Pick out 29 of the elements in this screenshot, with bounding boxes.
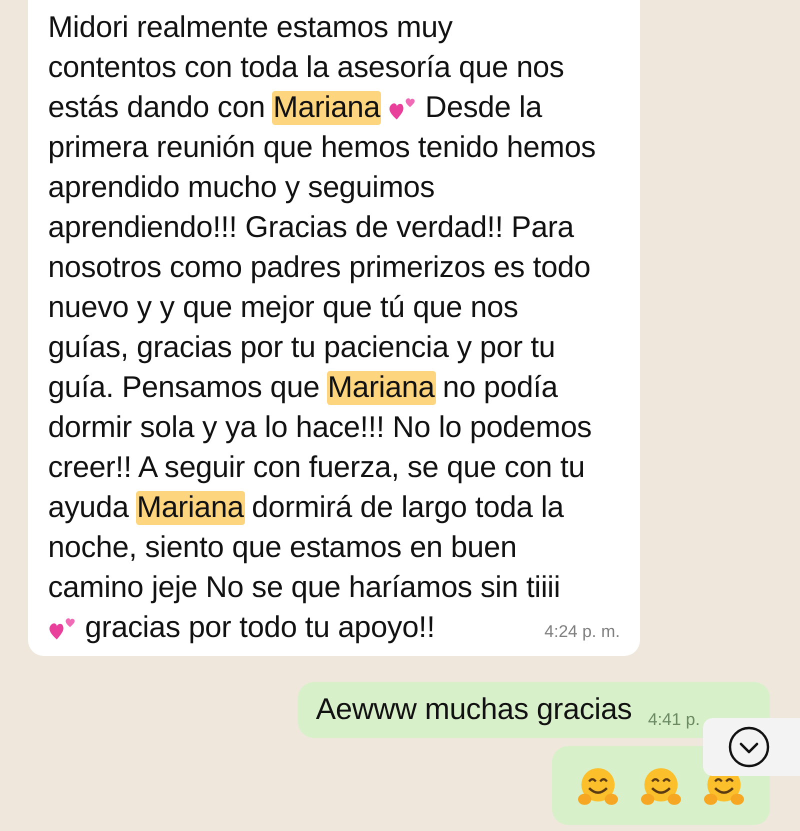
smiley-icon bbox=[641, 768, 681, 805]
scroll-down-button[interactable] bbox=[703, 718, 800, 776]
message-text: contentos con toda la asesoría que nos bbox=[48, 50, 564, 86]
chevron-down-icon bbox=[726, 725, 770, 769]
message-text: gracias por todo tu apoyo!! bbox=[85, 610, 435, 646]
message-text: creer!! A seguir con fuerza, se que con tu bbox=[48, 450, 585, 486]
message-text: Aewww muchas gracias bbox=[316, 692, 632, 728]
message-text: Midori realmente estamos muy bbox=[48, 10, 453, 46]
message-time: 4:24 p. m. bbox=[544, 622, 620, 642]
message-text: estás dando con bbox=[48, 90, 266, 126]
message-text: dormir sola y ya lo hace!!! No lo podemos bbox=[48, 410, 592, 446]
message-text: nosotros como padres primerizos es todo bbox=[48, 250, 590, 286]
message-text: guías, gracias por tu paciencia y por tu bbox=[48, 330, 556, 366]
name-highlight: Mariana bbox=[326, 371, 436, 405]
message-text: dormirá de largo toda la bbox=[252, 490, 564, 526]
message-text: aprendiendo!!! Gracias de verdad!! Para bbox=[48, 210, 574, 246]
message-text: aprendido mucho y seguimos bbox=[48, 170, 435, 206]
message-text: no podía bbox=[442, 370, 558, 406]
message-text: guía. Pensamos que bbox=[48, 370, 320, 406]
message-text: camino jeje No se que haríamos sin tiiii bbox=[48, 570, 560, 606]
message-text: Desde la bbox=[425, 90, 542, 126]
name-highlight: Mariana bbox=[272, 91, 382, 125]
message-text: noche, siento que estamos en buen bbox=[48, 530, 517, 566]
smiley-icon bbox=[578, 768, 618, 805]
message-text: ayuda bbox=[48, 490, 129, 526]
message-text: primera reunión que hemos tenido hemos bbox=[48, 130, 596, 166]
message-text: nuevo y y que mejor que tú que nos bbox=[48, 290, 518, 326]
name-highlight: Mariana bbox=[136, 491, 245, 525]
message-time: 4:41 p. bbox=[648, 710, 700, 730]
